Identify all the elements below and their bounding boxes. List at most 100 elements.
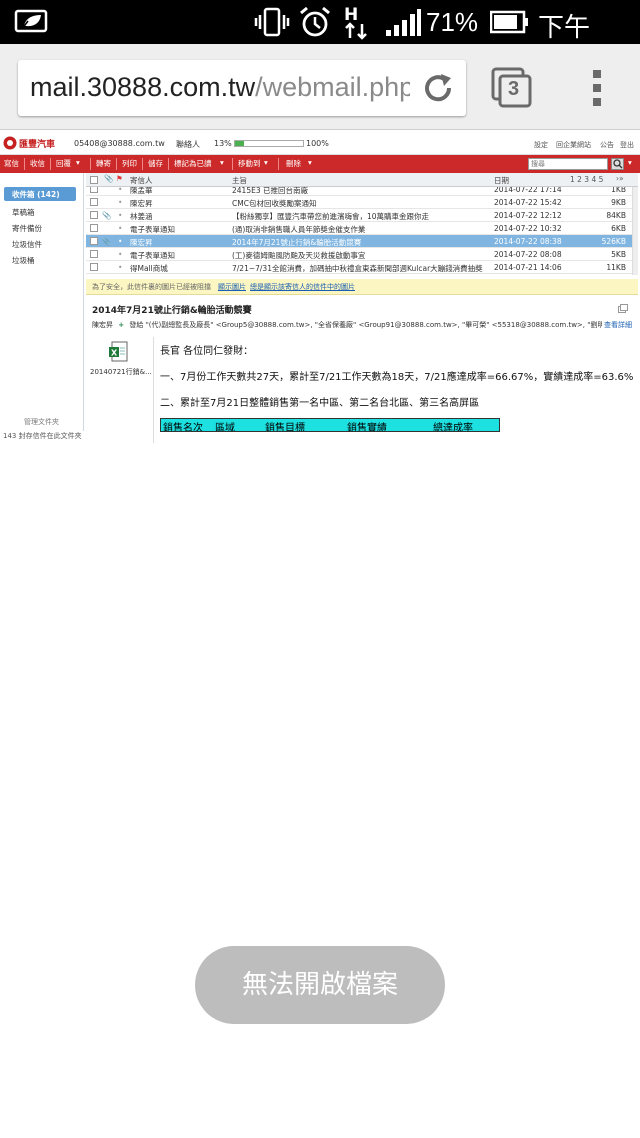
- flag-column-icon: ⚑: [116, 174, 123, 183]
- logout-link[interactable]: 登出: [620, 140, 634, 150]
- webmail-header: 匯豐汽車 05408@30888.com.tw 聯絡人 13% 100% 設定 …: [0, 131, 640, 155]
- row-checkbox[interactable]: [90, 237, 98, 245]
- search-input[interactable]: [528, 158, 608, 170]
- select-all-checkbox[interactable]: [90, 176, 98, 184]
- row-subject: 7/21~7/31全館消費，加碼抽中秋禮盒東森新聞部週Kulcar大蹦錢消費抽獎: [232, 264, 483, 273]
- row-subject: (工)麥德姆颱風防颱及天災救援啟動事宜: [232, 251, 366, 260]
- check-mail-button[interactable]: 收信: [30, 158, 45, 169]
- row-sender: 電子表單通知: [130, 225, 175, 234]
- tab-switcher-button[interactable]: 3: [490, 66, 534, 110]
- address-bar[interactable]: mail.30888.com.tw/webmail.php: [18, 60, 466, 116]
- always-show-images-link[interactable]: 總是顯示該寄信人的信件中的圖片: [250, 282, 355, 292]
- message-to: 發給 "(代)副總監長及廠長" <Group5@30888.com.tw>, "…: [129, 321, 605, 329]
- message-from[interactable]: 陳宏昇: [92, 321, 113, 329]
- row-checkbox[interactable]: [90, 224, 98, 232]
- delete-button[interactable]: 刪除: [286, 158, 301, 169]
- table-row[interactable]: • 電子表單通知 (工)麥德姆颱風防颱及天災救援啟動事宜 2014-07-22 08:…: [86, 248, 638, 261]
- message-list-scrollbar[interactable]: [632, 187, 638, 275]
- row-size: 526KB: [601, 237, 626, 246]
- show-images-link[interactable]: 顯示圖片: [218, 282, 246, 292]
- pagination[interactable]: 1 2 3 4 5: [570, 175, 603, 184]
- toolbar-divider: [232, 158, 233, 170]
- row-date: 2014-07-22 10:32: [494, 224, 562, 233]
- row-date: 2014-07-22 12:12: [494, 211, 562, 220]
- browser-toolbar: mail.30888.com.tw/webmail.php 3: [0, 44, 640, 130]
- url-text[interactable]: mail.30888.com.tw/webmail.php: [30, 72, 410, 103]
- column-subject[interactable]: 主旨: [232, 175, 247, 186]
- table-row[interactable]: • 得Mall商城 7/21~7/31全館消費，加碼抽中秋禮盒東森新聞部週Kulca…: [86, 261, 638, 274]
- column-date[interactable]: 日期: [494, 175, 509, 186]
- reload-icon[interactable]: [422, 72, 456, 104]
- open-in-window-icon[interactable]: [618, 304, 628, 313]
- overflow-menu-icon[interactable]: [588, 68, 606, 110]
- next-page-icon[interactable]: ›»: [616, 174, 624, 183]
- unread-dot-icon: •: [118, 237, 123, 246]
- mobile-data-icon: H: [344, 5, 367, 40]
- unread-dot-icon: •: [118, 250, 123, 259]
- print-button[interactable]: 列印: [122, 158, 137, 169]
- status-bar: H 71% 下午2:26: [0, 0, 640, 74]
- image-notice-text: 為了安全，此信件裏的圖片已經被阻擋: [92, 283, 211, 291]
- row-size: 9KB: [611, 198, 626, 207]
- body-line-1: 一、7月份工作天數共27天，累計至7/21工作天數為18天，7/21應達成率=6…: [160, 372, 634, 383]
- manage-folders-link[interactable]: 管理文件夾: [24, 417, 59, 427]
- image-blocked-notice: 為了安全，此信件裏的圖片已經被阻擋 顯示圖片 總是顯示該寄信人的信件中的圖片: [86, 279, 638, 295]
- attachment-item[interactable]: X 20140721行銷&...: [88, 341, 152, 381]
- announcement-link[interactable]: 公告: [600, 140, 614, 150]
- table-row[interactable]: 📎 • 陳宏昇 2014年7月21號止行銷&輪胎活動競賽 2014-07-22 08:3…: [86, 235, 638, 248]
- message-subject: 2014年7月21號止行銷&輪胎活動競賽: [92, 306, 252, 316]
- toast-message: 無法開啟檔案: [195, 946, 445, 1024]
- table-header-rank: 銷售名次: [163, 423, 203, 432]
- battery-icon: [490, 10, 528, 34]
- quota-used: 13%: [214, 139, 232, 148]
- row-subject: 【粉絲獨享】匯豐汽車帶您前進濱嗨會，10萬購車金跟你走: [232, 212, 430, 221]
- forward-button[interactable]: 轉寄: [96, 158, 111, 169]
- mark-as-read-button[interactable]: 標記為已讀: [174, 158, 212, 169]
- search-button[interactable]: [611, 158, 624, 170]
- details-link[interactable]: 查看詳細: [602, 320, 632, 330]
- attachment-column-icon: 📎: [104, 174, 114, 183]
- alarm-icon: [300, 6, 330, 37]
- table-row[interactable]: • 電子表單通知 (通)取消非銷售職人員年節獎金催支作業 2014-07-22 10:…: [86, 222, 638, 235]
- column-sender[interactable]: 寄信人: [130, 175, 153, 186]
- quota-bar: [234, 140, 304, 147]
- battery-saver-icon: [14, 9, 48, 33]
- move-to-button[interactable]: 移動到: [238, 158, 261, 169]
- table-row[interactable]: 📎 • 林姜涵 【粉絲獨享】匯豐汽車帶您前進濱嗨會，10萬購車金跟你走 2014-07-…: [86, 209, 638, 222]
- row-subject: CMC包材回收獎勵案通知: [232, 199, 317, 208]
- mark-dropdown-icon[interactable]: ▾: [220, 158, 224, 167]
- sidebar-item-trash[interactable]: 垃圾桶: [12, 255, 35, 266]
- search-options-icon[interactable]: ▾: [628, 158, 632, 167]
- row-subject: (通)取消非銷售職人員年節獎金催支作業: [232, 225, 366, 234]
- message-list-header: 📎 ⚑ 寄信人 主旨 日期 1 2 3 4 5 ›»: [86, 173, 638, 187]
- svg-text:H: H: [344, 5, 358, 25]
- quota-bar-fill: [235, 141, 244, 146]
- unread-dot-icon: •: [118, 263, 123, 272]
- attachment-icon: 📎: [102, 237, 112, 246]
- row-checkbox[interactable]: [90, 211, 98, 219]
- add-contact-icon[interactable]: +: [118, 321, 124, 329]
- reply-dropdown-icon[interactable]: ▾: [76, 158, 80, 167]
- row-checkbox[interactable]: [90, 263, 98, 271]
- compose-button[interactable]: 寫信: [4, 158, 19, 169]
- delete-dropdown-icon[interactable]: ▾: [308, 158, 312, 167]
- reply-button[interactable]: 回覆: [56, 158, 71, 169]
- excel-file-icon: X: [109, 341, 128, 362]
- table-row[interactable]: • 陳宏昇 CMC包材回收獎勵案通知 2014-07-22 15:42 9KB: [86, 196, 638, 209]
- sidebar-item-sent[interactable]: 寄件備份: [12, 223, 42, 234]
- settings-link[interactable]: 設定: [534, 140, 548, 150]
- signal-strength-icon: [386, 9, 421, 36]
- sidebar-item-spam[interactable]: 垃圾信件: [12, 239, 42, 250]
- unread-dot-icon: •: [118, 198, 123, 207]
- move-dropdown-icon[interactable]: ▾: [264, 158, 268, 167]
- row-checkbox[interactable]: [90, 250, 98, 258]
- corporate-site-link[interactable]: 回企業網站: [556, 140, 591, 150]
- quota-total: 100%: [306, 139, 329, 148]
- sidebar-item-drafts[interactable]: 草稿箱: [12, 207, 35, 218]
- unread-dot-icon: •: [118, 224, 123, 233]
- sidebar-item-label: 收件箱 (142): [12, 190, 60, 199]
- save-button[interactable]: 儲存: [148, 158, 163, 169]
- contacts-link[interactable]: 聯絡人: [176, 139, 200, 150]
- sidebar-item-inbox[interactable]: 收件箱 (142): [4, 187, 76, 201]
- row-checkbox[interactable]: [90, 198, 98, 206]
